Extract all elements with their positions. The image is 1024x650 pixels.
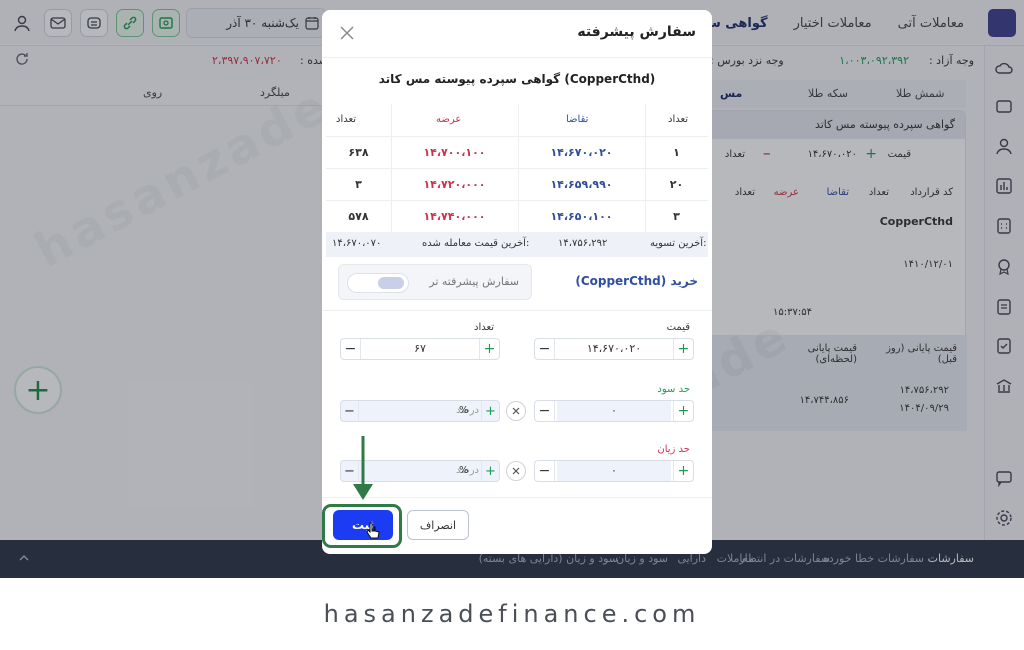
last-trade-label: آخرین قیمت معامله شده: <box>422 238 530 249</box>
book-cell: ۵۷۸ <box>348 210 369 223</box>
tp-percent-field[interactable]: − درصد % + <box>340 400 500 422</box>
sl-percent-sign: % <box>459 465 469 476</box>
tp-input[interactable]: ۰ <box>557 401 671 421</box>
book-cell: ۳ <box>673 210 680 223</box>
advanced-order-label: سفارش پیشرفته تر <box>429 275 519 288</box>
book-cell[interactable]: ۱۴،۶۷۰،۰۲۰ <box>518 146 645 159</box>
book-cell[interactable]: ۱۴،۷۲۰،۰۰۰ <box>391 178 518 191</box>
qty-decrement-button[interactable]: − <box>341 339 361 359</box>
book-cell: ۲۰ <box>669 178 684 191</box>
book-cell[interactable]: ۱۴،۷۴۰،۰۰۰ <box>391 210 518 223</box>
arrow-down-icon <box>353 436 373 500</box>
tp-percent-increment[interactable]: + <box>481 401 499 421</box>
sl-clear-icon[interactable] <box>506 461 526 481</box>
advanced-order-toggle[interactable] <box>347 273 409 293</box>
tp-clear-icon[interactable] <box>506 401 526 421</box>
sl-increment-button[interactable]: + <box>673 461 693 481</box>
take-profit-label: حد سود <box>657 384 690 395</box>
qty-increment-button[interactable]: + <box>479 339 499 359</box>
dialog-header: سفارش پیشرفته <box>322 10 712 58</box>
cursor-hand-icon <box>366 522 380 539</box>
app-window: یک‌شنبه ۳۰ آذر معاملات آتی معاملات اختیا… <box>0 0 1024 578</box>
settlement-label: آخرین تسویه: <box>650 238 707 249</box>
tp-percent-sign: % <box>459 405 469 416</box>
take-profit-stepper[interactable]: − ۰ + <box>534 400 694 422</box>
brand-footer: hasanzadefinance.com <box>0 578 1024 650</box>
buy-title: خرید (CopperCthd) <box>575 274 698 288</box>
dialog-subtitle: گواهی سپرده پیوسته مس کاتد (CopperCthd) <box>378 72 656 86</box>
book-cell[interactable]: ۱۴،۶۵۹،۹۹۰ <box>518 178 645 191</box>
tp-decrement-button[interactable]: − <box>535 401 555 421</box>
price-increment-button[interactable]: + <box>673 339 693 359</box>
advanced-order-toggle-box: سفارش پیشرفته تر <box>338 264 532 300</box>
book-cell: ۶۳۸ <box>348 146 369 159</box>
advanced-order-dialog: سفارش پیشرفته گواهی سپرده پیوسته مس کاتد… <box>322 10 712 554</box>
sl-percent-increment[interactable]: + <box>481 461 499 481</box>
settlement-value: ۱۴،۷۵۶،۲۹۲ <box>558 238 608 249</box>
close-icon[interactable] <box>338 24 356 42</box>
book-header-ask: عرضه <box>436 114 462 125</box>
qty-label: تعداد <box>474 322 495 333</box>
book-cell[interactable]: ۱۴،۶۵۰،۱۰۰ <box>518 210 645 223</box>
price-label: قیمت <box>666 322 690 333</box>
book-header-bid: تقاضا <box>566 114 589 125</box>
sl-decrement-button[interactable]: − <box>535 461 555 481</box>
qty-stepper[interactable]: − ۶۷ + <box>340 338 500 360</box>
stop-loss-stepper[interactable]: − ۰ + <box>534 460 694 482</box>
tp-percent-decrement[interactable]: − <box>341 401 359 421</box>
last-trade-value: ۱۴،۶۷۰،۰۷۰ <box>332 238 382 249</box>
highlight-ring <box>322 504 402 548</box>
sl-input[interactable]: ۰ <box>557 461 671 481</box>
book-header-count-right: تعداد <box>668 114 689 125</box>
stop-loss-label: حد زیان <box>657 444 690 455</box>
book-summary-row: ۱۴،۶۷۰،۰۷۰ آخرین قیمت معامله شده: ۱۴،۷۵۶… <box>326 232 708 257</box>
price-input[interactable]: ۱۴،۶۷۰،۰۲۰ <box>557 339 671 359</box>
book-cell: ۱ <box>673 146 680 159</box>
order-book-table: تعداد عرضه تقاضا تعداد ۶۳۸ ۱۴،۷۰۰،۱۰۰ ۱۴… <box>326 104 708 257</box>
cancel-button[interactable]: انصراف <box>407 510 469 540</box>
price-decrement-button[interactable]: − <box>535 339 555 359</box>
dialog-title: سفارش پیشرفته <box>577 24 696 40</box>
price-stepper[interactable]: − ۱۴،۶۷۰،۰۲۰ + <box>534 338 694 360</box>
tp-increment-button[interactable]: + <box>673 401 693 421</box>
qty-input[interactable]: ۶۷ <box>363 339 477 359</box>
book-cell[interactable]: ۱۴،۷۰۰،۱۰۰ <box>391 146 518 159</box>
book-header-count-left: تعداد <box>336 114 357 125</box>
book-cell: ۳ <box>355 178 362 191</box>
